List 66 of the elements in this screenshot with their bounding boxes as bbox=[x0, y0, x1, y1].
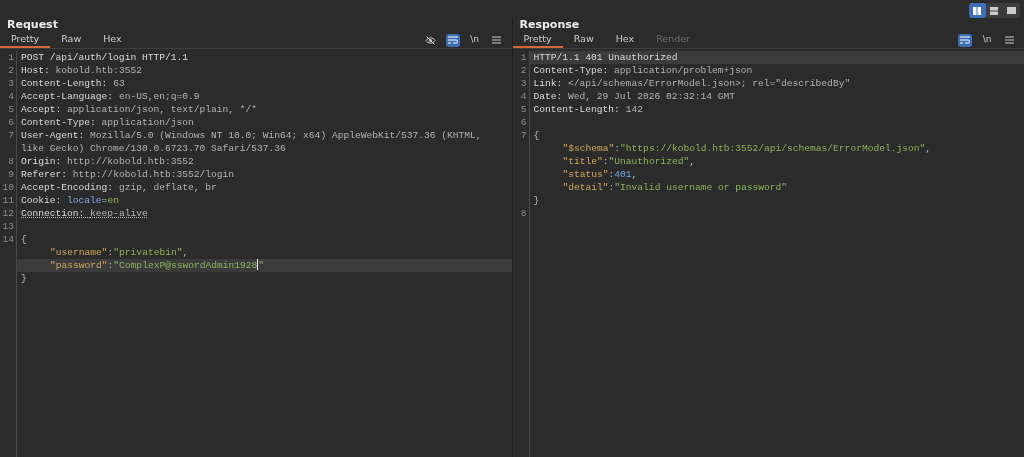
code-line: "status":401, bbox=[528, 168, 1024, 181]
menu-icon[interactable] bbox=[1002, 33, 1016, 47]
line-number: 8 bbox=[519, 207, 528, 220]
wrap-icon[interactable] bbox=[958, 33, 972, 47]
code-line: } bbox=[528, 194, 1024, 207]
line-number: 4 bbox=[7, 90, 15, 103]
line-number: 6 bbox=[7, 116, 15, 129]
code-line: Host: kobold.htb:3552 bbox=[16, 64, 512, 77]
code-line: Link: </api/schemas/ErrorModel.json>; rel="describedBy" bbox=[528, 77, 1024, 90]
line-number: 2 bbox=[7, 64, 15, 77]
code-line: Connection: keep-alive bbox=[16, 207, 512, 220]
code-line: Accept: application/json, text/plain, */* bbox=[16, 103, 512, 116]
code-line: Referer: http://kobold.htb:3552/login bbox=[16, 168, 512, 181]
tab[interactable]: Raw bbox=[50, 32, 93, 48]
line-number: 9 bbox=[7, 168, 15, 181]
line-number: 2 bbox=[519, 64, 528, 77]
code-line: Content-Type: application/problem+json bbox=[528, 64, 1024, 77]
newline-toggle[interactable]: \n bbox=[980, 33, 994, 47]
line-number: 11 bbox=[1, 194, 15, 207]
code-line: "detail":"Invalid username or password" bbox=[528, 181, 1024, 194]
code-line: Content-Length: 142 bbox=[528, 103, 1024, 116]
code-line: "title":"Unauthorized", bbox=[528, 155, 1024, 168]
line-number: 3 bbox=[519, 77, 528, 90]
menu-icon[interactable] bbox=[489, 33, 504, 47]
newline-toggle[interactable]: \n bbox=[467, 33, 482, 47]
panel-title: Response bbox=[518, 18, 580, 32]
tab[interactable]: Pretty bbox=[0, 32, 51, 48]
code-line: Accept-Language: en-US,en;q=0.9 bbox=[16, 90, 512, 103]
rows-layout-icon bbox=[990, 6, 999, 15]
line-number: 6 bbox=[519, 116, 528, 129]
line-number: 5 bbox=[7, 103, 15, 116]
wrap-icon[interactable] bbox=[445, 33, 460, 47]
code-line: { bbox=[16, 233, 512, 246]
line-number: 12 bbox=[1, 207, 15, 220]
code-line: User-Agent: Mozilla/5.0 (Windows NT 10.0; Win64; x64) AppleWebKit/537.36 (KHTML, bbox=[16, 129, 512, 142]
tab[interactable]: Hex bbox=[92, 32, 133, 48]
line-number: 7 bbox=[7, 129, 15, 142]
single-layout-icon bbox=[1007, 6, 1016, 15]
code-line: { bbox=[528, 129, 1024, 142]
line-number: 3 bbox=[7, 77, 15, 90]
line-number: 5 bbox=[519, 103, 528, 116]
code-line: Origin: http://kobold.htb:3552 bbox=[16, 155, 512, 168]
line-number: 10 bbox=[1, 181, 15, 194]
code-line: Content-Type: application/json bbox=[16, 116, 512, 129]
tab[interactable]: Raw bbox=[562, 32, 605, 48]
hide-icon[interactable] bbox=[423, 33, 438, 47]
line-number: 8 bbox=[7, 155, 15, 168]
tab[interactable]: Hex bbox=[604, 32, 646, 48]
line-number: 4 bbox=[519, 90, 528, 103]
columns-layout-icon bbox=[973, 6, 982, 15]
line-number: 1 bbox=[7, 51, 15, 64]
code-line: like Gecko) Chrome/130.0.6723.70 Safari/537.36 bbox=[16, 142, 512, 155]
line-number: 7 bbox=[519, 129, 528, 142]
code-line: } bbox=[16, 272, 512, 285]
code-line: Content-Length: 63 bbox=[16, 77, 512, 90]
tab[interactable]: Pretty bbox=[512, 32, 563, 48]
code-line: Cookie: locale=en bbox=[16, 194, 512, 207]
code-line: "$schema":"https://kobold.htb:3552/api/schemas/ErrorModel.json", bbox=[528, 142, 1024, 155]
columns-layout-button[interactable] bbox=[969, 3, 986, 18]
line-number: 14 bbox=[1, 233, 15, 246]
line-number: 13 bbox=[1, 220, 15, 233]
panel-title: Request bbox=[6, 18, 58, 32]
code-line: Date: Wed, 29 Jul 2026 02:32:14 GMT bbox=[528, 90, 1024, 103]
code-line: POST /api/auth/login HTTP/1.1 bbox=[16, 51, 512, 64]
line-number: 1 bbox=[519, 51, 528, 64]
code-line: Accept-Encoding: gzip, deflate, br bbox=[16, 181, 512, 194]
